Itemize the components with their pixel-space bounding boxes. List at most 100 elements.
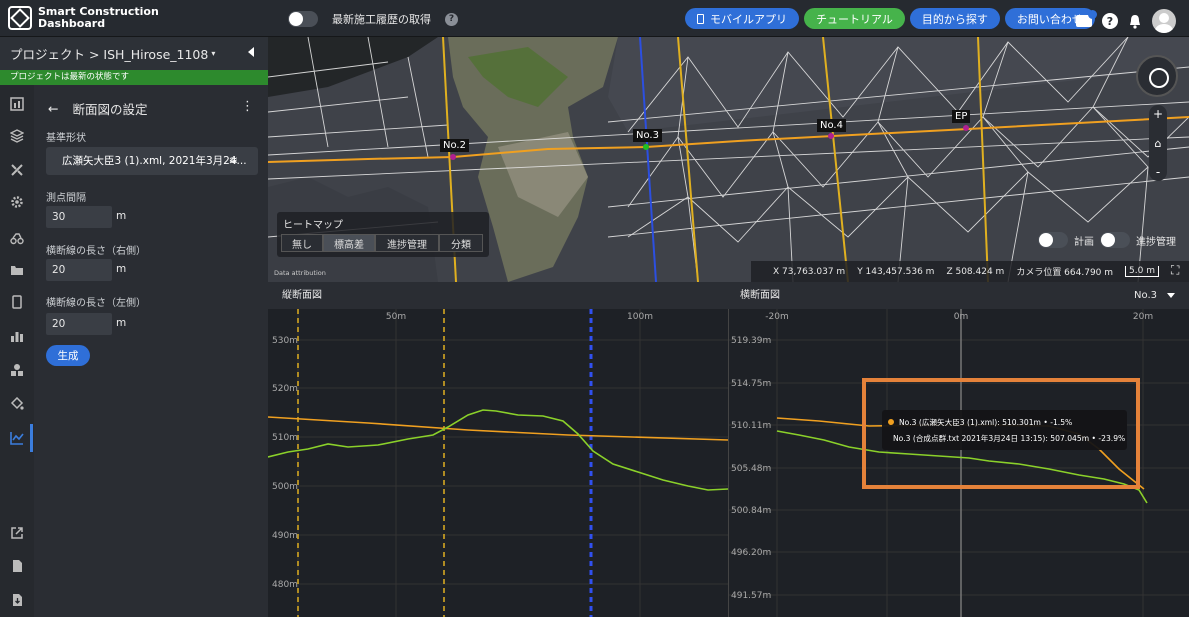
zoom-out-icon[interactable]: - (1156, 165, 1160, 179)
heatmap-option-classification[interactable]: 分類 (439, 234, 483, 252)
y-tick-6: 491.57m (731, 591, 771, 601)
top-bar: Smart Construction Dashboard 最新施工履歴の取得 ?… (0, 0, 1189, 37)
left-nav (0, 85, 34, 617)
profile-chart-icon[interactable] (10, 431, 24, 445)
x-tick-20: 20m (1133, 312, 1153, 322)
zoom-control: + ⌂ - (1149, 105, 1167, 181)
folder-icon[interactable] (10, 263, 24, 277)
map-toggles: 計画 進捗管理 (1038, 232, 1176, 248)
panel-title: 断面図の設定 (72, 102, 148, 117)
home-icon[interactable]: ⌂ (1155, 137, 1162, 150)
project-title: プロジェクト > ISH_Hirose_1108 (10, 47, 209, 62)
more-options-icon[interactable]: ⋮ (241, 99, 254, 114)
dashboard-icon[interactable] (10, 97, 24, 111)
project-selector[interactable]: プロジェクト > ISH_Hirose_1108 ▾ (0, 37, 268, 70)
y-tick-3: 505.48m (731, 464, 771, 474)
progress-toggle-label: 進捗管理 (1136, 236, 1176, 248)
section-settings-panel: ← 断面図の設定 ⋮ 基準形状 広瀬矢大臣3 (1).xml, 2021年3月2… (34, 85, 268, 617)
station-select[interactable]: No.3 (1134, 282, 1175, 309)
fill-icon[interactable] (10, 397, 24, 411)
x-tick-minus20: -20m (765, 312, 788, 322)
coord-x: X 73,763.037 m (773, 266, 846, 277)
tools-icon[interactable] (10, 163, 24, 177)
interval-unit: m (116, 210, 127, 222)
marker-no3[interactable]: No.3 (633, 129, 662, 142)
progress-toggle[interactable] (1100, 232, 1130, 248)
base-shape-select[interactable]: 広瀬矢大臣3 (1).xml, 2021年3月24... ≋ (46, 147, 258, 175)
machine-icon[interactable] (10, 231, 24, 245)
heatmap-title: ヒートマップ (283, 220, 343, 231)
history-label: 最新施工履歴の取得 (332, 13, 431, 26)
y-tick-5: 496.20m (731, 548, 771, 558)
layers-icon: ≋ (228, 154, 238, 167)
base-shape-label: 基準形状 (46, 133, 86, 144)
collapse-icon[interactable] (248, 47, 254, 57)
x-tick-50: 50m (386, 312, 406, 322)
interval-input[interactable]: 30 (46, 206, 112, 228)
heatmap-option-none[interactable]: 無し (281, 234, 323, 252)
heatmap-option-progress[interactable]: 進捗管理 (375, 234, 439, 252)
left-length-input[interactable]: 20 (46, 313, 112, 335)
coordinate-readout: X 73,763.037 m Y 143,457.536 m Z 508.424… (751, 261, 1189, 282)
x-tick-100: 100m (627, 312, 653, 322)
heatmap-panel: ヒートマップ 無し 標高差 進捗管理 分類 (277, 212, 489, 257)
avatar[interactable] (1152, 9, 1176, 33)
external-link-icon[interactable] (10, 526, 24, 540)
marker-no2[interactable]: No.2 (440, 139, 469, 152)
gear-icon[interactable] (10, 195, 24, 209)
generate-button[interactable]: 生成 (46, 345, 90, 366)
y-tick-2: 510.11m (731, 421, 771, 431)
heatmap-option-elevation[interactable]: 標高差 (323, 234, 375, 252)
app-logo[interactable]: Smart Construction Dashboard (8, 6, 159, 30)
coord-y: Y 143,457.536 m (857, 266, 935, 277)
left-length-label: 横断線の長さ（左側） (46, 298, 146, 309)
download-doc-icon[interactable] (10, 593, 24, 607)
compass-icon[interactable] (1136, 55, 1178, 97)
chevron-down-icon: ▾ (211, 49, 216, 58)
zoom-in-icon[interactable]: + (1153, 107, 1163, 121)
logo-icon (8, 6, 32, 30)
y-tick-530: 530m (272, 336, 298, 346)
y-tick-1: 514.75m (731, 379, 771, 389)
document-icon[interactable] (10, 559, 24, 573)
phone-icon (697, 13, 704, 24)
analytics-icon[interactable] (10, 329, 24, 343)
plan-toggle[interactable] (1038, 232, 1068, 248)
cross-title: 横断面図 (740, 290, 780, 301)
mobile-app-button[interactable]: モバイルアプリ (685, 8, 799, 29)
marker-ep[interactable]: EP (952, 110, 971, 123)
data-attribution[interactable]: Data attribution (274, 269, 326, 277)
highlight-box (862, 378, 1140, 489)
longitudinal-plot: 50m 100m 530m 520m 510m 500m 490m 480m (267, 309, 729, 617)
layers-icon[interactable] (10, 129, 24, 143)
y-tick-480: 480m (272, 580, 298, 590)
right-length-input[interactable]: 20 (46, 259, 112, 281)
plan-toggle-label: 計画 (1074, 236, 1094, 248)
back-arrow-icon[interactable]: ← (48, 101, 58, 116)
tutorial-button[interactable]: チュートリアル (804, 8, 905, 29)
surface-profile-line (267, 409, 729, 491)
y-tick-4: 500.84m (731, 506, 771, 516)
longitudinal-chart[interactable]: 50m 100m 530m 520m 510m 500m 490m 480m (267, 309, 729, 617)
help-circle-icon[interactable]: ? (1102, 13, 1118, 29)
marker-no4[interactable]: No.4 (817, 119, 846, 132)
left-length-unit: m (116, 317, 127, 329)
right-length-label: 横断線の長さ（右側） (46, 246, 146, 257)
find-by-purpose-button[interactable]: 目的から探す (909, 8, 1000, 29)
y-tick-520: 520m (272, 384, 298, 394)
map-3d-view[interactable]: No.2 No.3 No.4 EP ヒートマップ 無し 標高差 進捗管理 分類 … (268, 37, 1189, 282)
help-icon[interactable]: ? (445, 12, 458, 26)
shapes-icon[interactable] (10, 363, 24, 377)
scale-bar: 5.0 m (1125, 266, 1159, 277)
coord-z: Z 508.424 m (946, 266, 1005, 277)
project-status: プロジェクトは最新の状態です (0, 70, 268, 85)
mail-icon[interactable] (1076, 10, 1097, 27)
fullscreen-icon[interactable]: ⛶ (1171, 263, 1185, 277)
history-toggle[interactable] (288, 11, 318, 27)
y-tick-500: 500m (272, 482, 298, 492)
y-tick-510: 510m (272, 433, 298, 443)
interval-label: 測点間隔 (46, 193, 86, 204)
bell-icon[interactable] (1128, 14, 1142, 29)
y-tick-0: 519.39m (731, 336, 771, 346)
device-icon[interactable] (10, 295, 24, 309)
